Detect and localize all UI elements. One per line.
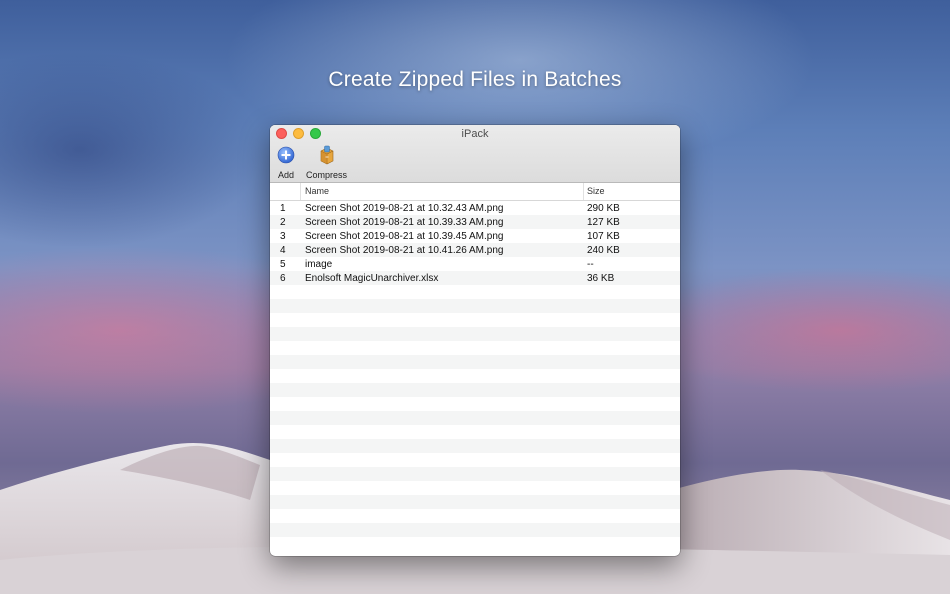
- table-row[interactable]: 6 Enolsoft MagicUnarchiver.xlsx 36 KB: [270, 271, 680, 285]
- row-file-size: 36 KB: [587, 272, 615, 284]
- empty-row: [270, 299, 680, 313]
- row-file-size: 240 KB: [587, 244, 620, 256]
- table-row[interactable]: 2 Screen Shot 2019-08-21 at 10.39.33 AM.p…: [270, 215, 680, 229]
- table-row[interactable]: 3 Screen Shot 2019-08-21 at 10.39.45 AM.p…: [270, 229, 680, 243]
- row-file-name: image: [305, 258, 333, 270]
- name-column-header[interactable]: Name: [301, 183, 584, 200]
- promo-headline: Create Zipped Files in Batches: [328, 68, 622, 91]
- size-column-header[interactable]: Size: [584, 183, 680, 200]
- empty-row: [270, 495, 680, 509]
- empty-row: [270, 285, 680, 299]
- row-file-size: 290 KB: [587, 202, 620, 214]
- table-row[interactable]: 4 Screen Shot 2019-08-21 at 10.41.26 AM.p…: [270, 243, 680, 257]
- table-body: 1 Screen Shot 2019-08-21 at 10.32.43 AM.p…: [270, 201, 680, 537]
- table-row[interactable]: 1 Screen Shot 2019-08-21 at 10.32.43 AM.p…: [270, 201, 680, 215]
- toolbar: Add Compress: [276, 145, 347, 180]
- compress-button[interactable]: Compress: [306, 145, 347, 180]
- empty-row: [270, 313, 680, 327]
- compress-label: Compress: [306, 170, 348, 180]
- empty-row: [270, 453, 680, 467]
- ipack-window: iPack Add Compress Name Size 1 Screen Sh…: [270, 125, 680, 556]
- empty-row: [270, 383, 680, 397]
- row-index: 6: [280, 272, 286, 284]
- row-index: 4: [280, 244, 286, 256]
- row-file-name: Screen Shot 2019-08-21 at 10.39.45 AM.pn…: [305, 230, 504, 242]
- row-file-name: Screen Shot 2019-08-21 at 10.39.33 AM.pn…: [305, 216, 504, 228]
- empty-row: [270, 327, 680, 341]
- empty-row: [270, 341, 680, 355]
- row-index: 5: [280, 258, 286, 270]
- add-label: Add: [277, 170, 294, 180]
- row-file-size: 107 KB: [587, 230, 620, 242]
- plus-circle-icon: [276, 145, 296, 165]
- window-titlebar: iPack Add Compress: [270, 125, 680, 183]
- empty-row: [270, 355, 680, 369]
- table-header: Name Size: [270, 183, 680, 201]
- window-title: iPack: [461, 128, 489, 140]
- index-column-header[interactable]: [270, 183, 301, 200]
- row-file-name: Screen Shot 2019-08-21 at 10.32.43 AM.pn…: [305, 202, 504, 214]
- desktop-background: Create Zipped Files in Batches iPack Add…: [0, 0, 950, 594]
- empty-row: [270, 467, 680, 481]
- empty-row: [270, 425, 680, 439]
- empty-row: [270, 481, 680, 495]
- box-archive-icon: [317, 145, 337, 165]
- row-index: 2: [280, 216, 286, 228]
- empty-row: [270, 523, 680, 537]
- add-button[interactable]: Add: [276, 145, 296, 180]
- empty-row: [270, 509, 680, 523]
- empty-row: [270, 397, 680, 411]
- row-index: 3: [280, 230, 286, 242]
- empty-row: [270, 411, 680, 425]
- row-index: 1: [280, 202, 286, 214]
- row-file-size: --: [587, 258, 594, 270]
- row-file-size: 127 KB: [587, 216, 620, 228]
- row-file-name: Enolsoft MagicUnarchiver.xlsx: [305, 272, 439, 284]
- table-row[interactable]: 5 image --: [270, 257, 680, 271]
- empty-row: [270, 369, 680, 383]
- empty-row: [270, 439, 680, 453]
- row-file-name: Screen Shot 2019-08-21 at 10.41.26 AM.pn…: [305, 244, 504, 256]
- file-table: Name Size 1 Screen Shot 2019-08-21 at 10.…: [270, 183, 680, 537]
